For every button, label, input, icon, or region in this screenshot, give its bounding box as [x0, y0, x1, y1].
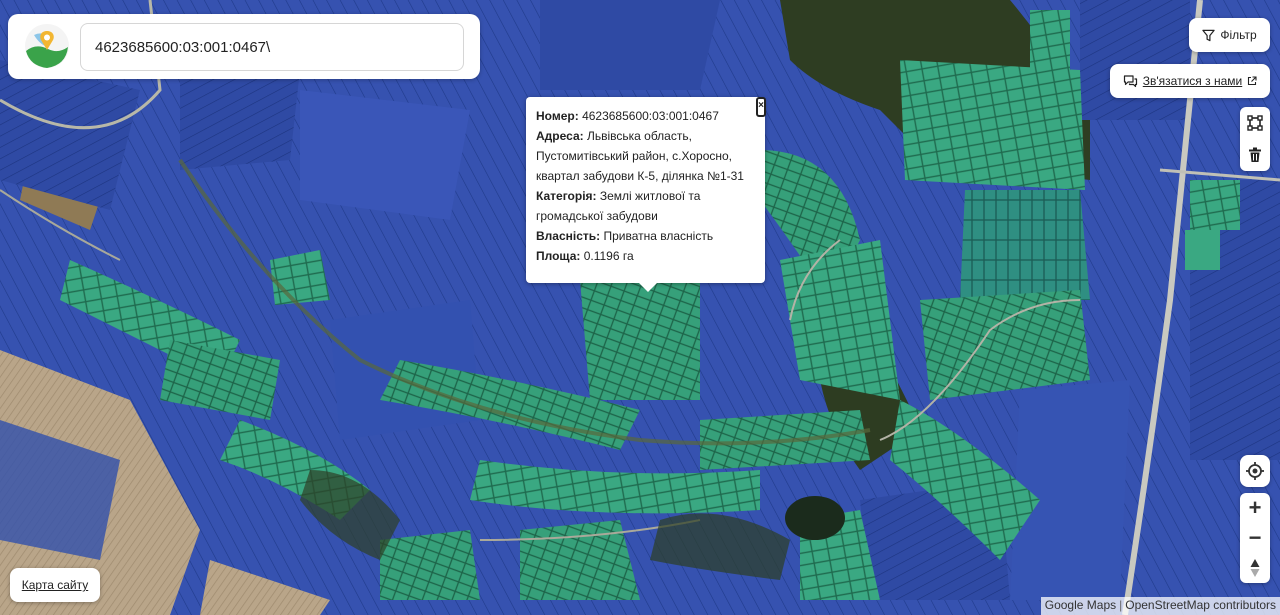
close-popup-icon[interactable]: × — [756, 97, 766, 117]
trash-icon — [1249, 147, 1261, 162]
parcel-area-label: Площа: — [536, 249, 581, 263]
chat-icon — [1123, 75, 1137, 88]
satellite-imagery — [0, 0, 1280, 615]
sitemap-button[interactable]: Карта сайту — [10, 568, 100, 602]
map-tools — [1240, 107, 1270, 171]
compass-icon — [1250, 559, 1260, 577]
filter-button[interactable]: Фільтр — [1189, 18, 1270, 52]
filter-icon — [1202, 29, 1216, 41]
parcel-number-value: 4623685600:03:001:0467 — [582, 109, 719, 123]
parcel-number-row: Номер: 4623685600:03:001:0467 — [536, 106, 755, 126]
map-attribution: Google Maps | OpenStreetMap contributors — [1040, 597, 1280, 615]
parcel-category-label: Категорія: — [536, 189, 597, 203]
crosshair-icon — [1246, 462, 1264, 480]
parcel-address-label: Адреса: — [536, 129, 584, 143]
osm-credit[interactable]: OpenStreetMap contributors — [1125, 598, 1276, 612]
parcel-info-popup: × Номер: 4623685600:03:001:0467 Адреса: … — [526, 97, 766, 292]
zoom-controls: + − — [1240, 493, 1270, 583]
parcel-ownership-row: Власність: Приватна власність — [536, 226, 755, 246]
attribution-separator: | — [1119, 598, 1123, 612]
sitemap-link[interactable]: Карта сайту — [22, 578, 88, 592]
map-view[interactable] — [0, 0, 1280, 615]
google-maps-credit[interactable]: Google Maps — [1045, 598, 1116, 612]
parcel-area-row: Площа: 0.1196 га — [536, 246, 755, 266]
polygon-draw-icon — [1247, 115, 1263, 131]
parcel-number-label: Номер: — [536, 109, 579, 123]
zoom-in-button[interactable]: + — [1240, 493, 1270, 523]
external-link-icon — [1248, 76, 1257, 86]
reset-north-button[interactable] — [1240, 553, 1270, 583]
contact-us-button[interactable]: Зв'язатися з нами — [1110, 64, 1270, 98]
filter-button-label: Фільтр — [1220, 28, 1257, 42]
parcel-ownership-value: Приватна власність — [603, 229, 714, 243]
my-location-button[interactable] — [1240, 455, 1270, 487]
parcel-ownership-label: Власність: — [536, 229, 601, 243]
zoom-out-button[interactable]: − — [1240, 523, 1270, 553]
cadastral-search-input[interactable] — [80, 23, 464, 71]
contact-button-label: Зв'язатися з нами — [1142, 74, 1243, 88]
draw-polygon-button[interactable] — [1240, 107, 1270, 139]
parcel-address-row: Адреса: Львівська область, Пустомитівськ… — [536, 126, 755, 186]
parcel-area-value: 0.1196 га — [583, 249, 634, 263]
search-panel — [8, 14, 480, 79]
parcel-category-row: Категорія: Землі житлової та громадської… — [536, 186, 755, 226]
app-logo-icon[interactable] — [24, 23, 70, 69]
delete-drawing-button[interactable] — [1240, 139, 1270, 171]
